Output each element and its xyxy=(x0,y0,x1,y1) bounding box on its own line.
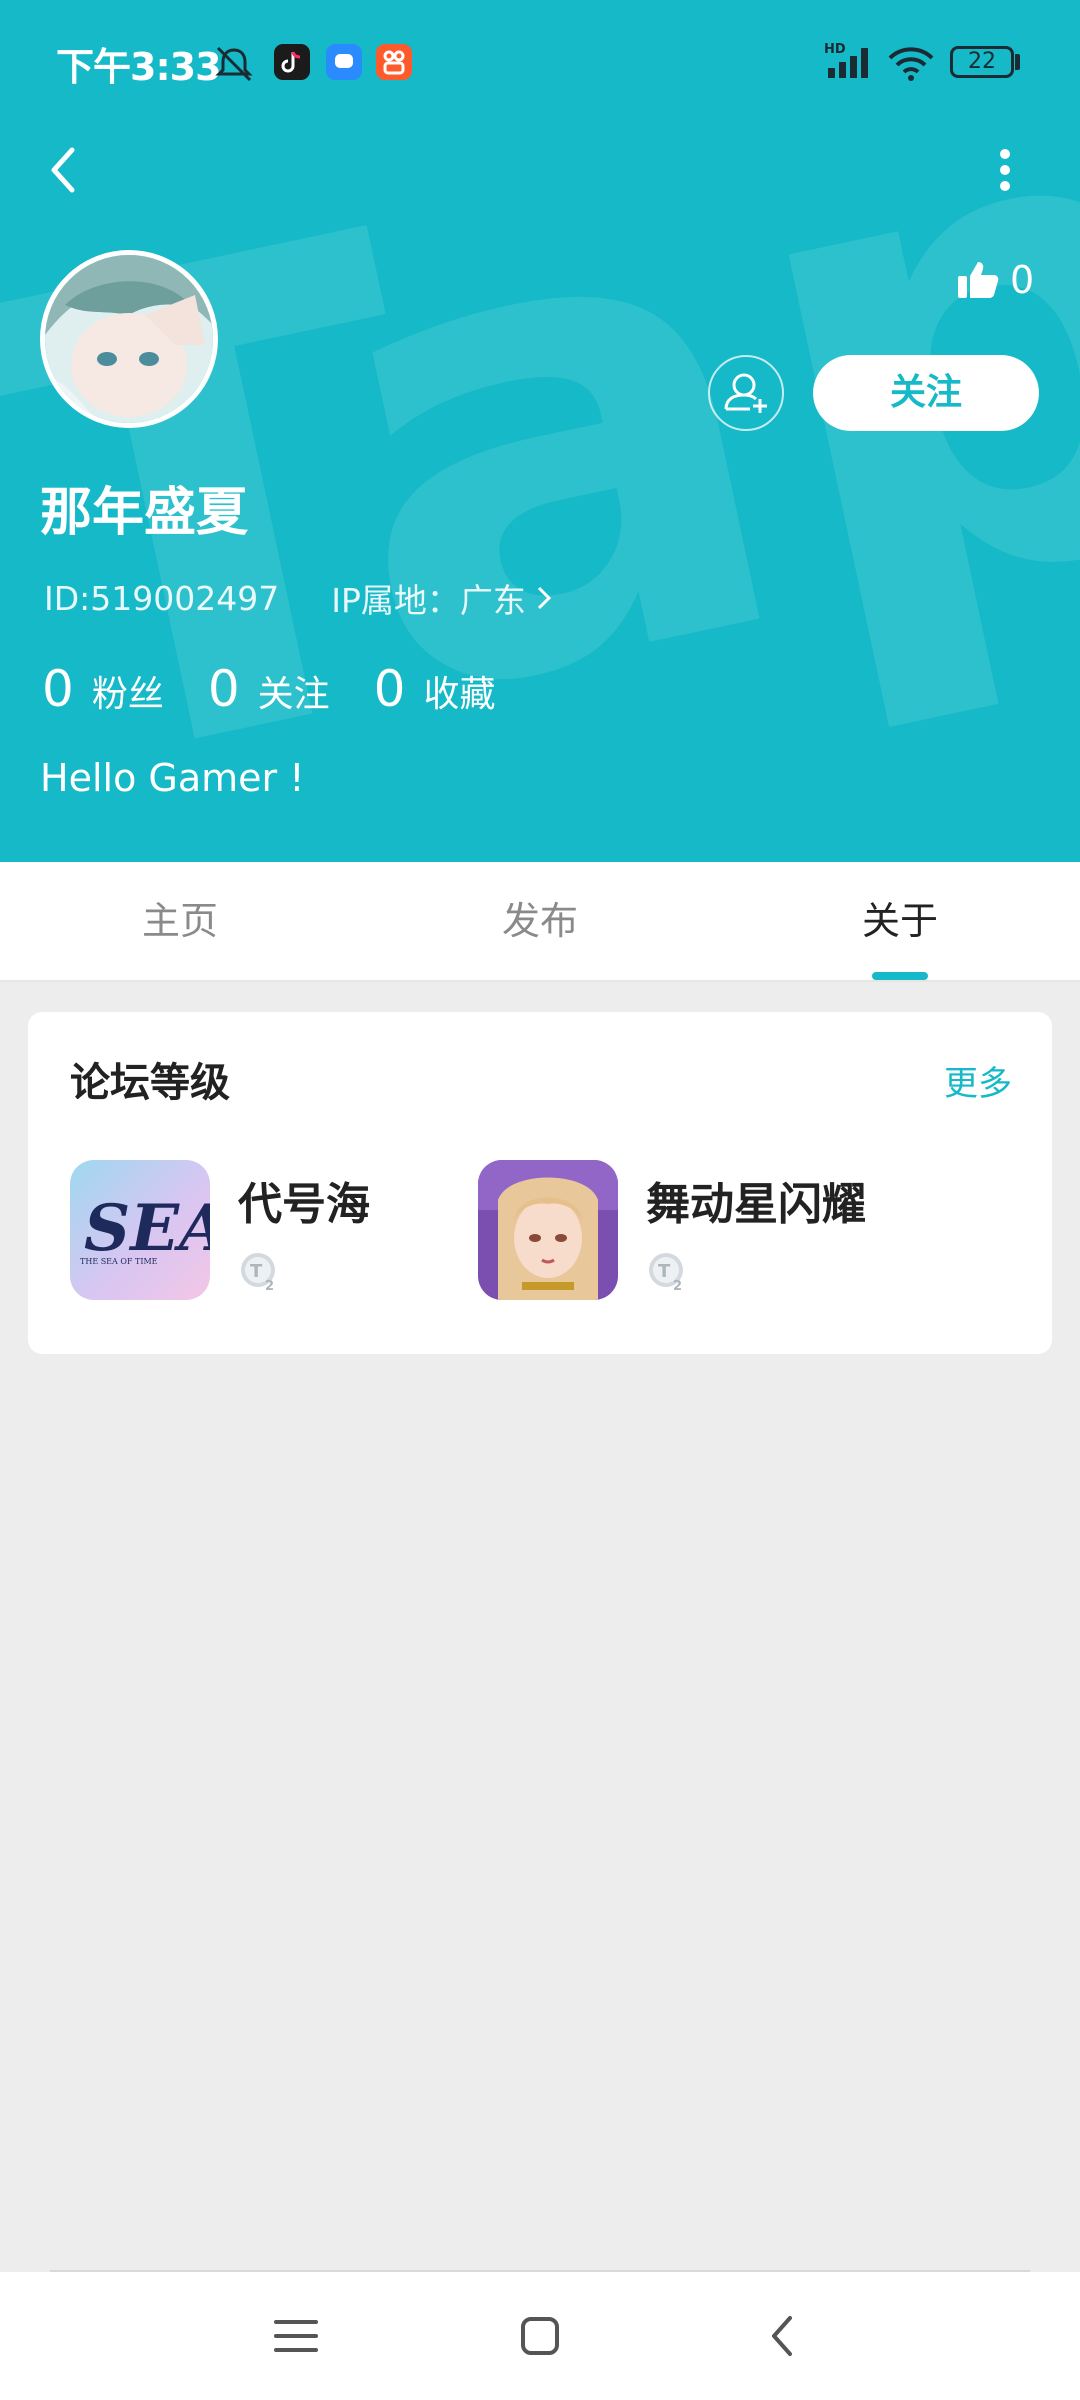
profile-header: TapTap 下午3:33 HD 22 0 关注 那年盛夏 ID:5190024… xyxy=(0,0,1080,862)
ip-location: IP属地：广东 xyxy=(331,581,526,620)
svg-text:THE SEA OF TIME: THE SEA OF TIME xyxy=(80,1257,158,1266)
svg-text:T: T xyxy=(250,1261,263,1282)
stat-followers[interactable]: 0 粉丝 xyxy=(42,660,164,718)
stat-label: 收藏 xyxy=(423,674,496,715)
profile-tabs: 主页 发布 关于 xyxy=(0,862,1080,982)
home-icon[interactable] xyxy=(510,2306,570,2366)
game-icon-sea: SEA THE SEA OF TIME xyxy=(70,1160,210,1300)
more-link[interactable]: 更多 xyxy=(944,1056,1012,1105)
kuaishou-app-icon xyxy=(376,44,412,80)
system-nav-bar xyxy=(0,2272,1080,2400)
game-item[interactable]: SEA THE SEA OF TIME 代号海 T 2 xyxy=(70,1160,450,1300)
avatar[interactable] xyxy=(40,250,218,428)
game-item[interactable]: 舞动星闪耀 T 2 xyxy=(478,1160,998,1300)
like-counter[interactable]: 0 xyxy=(956,250,1034,310)
message-app-icon xyxy=(326,44,362,80)
user-id: ID:519002497 xyxy=(44,578,280,618)
card-title: 论坛等级 xyxy=(70,1060,230,1106)
battery-level: 22 xyxy=(968,49,996,74)
mute-icon xyxy=(215,46,253,82)
stat-value: 0 xyxy=(207,660,240,718)
svg-text:T: T xyxy=(658,1261,671,1282)
thumbs-up-icon xyxy=(958,262,999,298)
like-count: 0 xyxy=(1010,258,1035,302)
bio: Hello Gamer ! xyxy=(40,756,305,800)
game-name: 代号海 xyxy=(238,1179,370,1230)
stat-following[interactable]: 0 关注 xyxy=(208,660,330,718)
game-name: 舞动星闪耀 xyxy=(646,1179,866,1230)
battery-tip xyxy=(1015,54,1020,70)
more-vertical-icon[interactable] xyxy=(990,140,1020,200)
stat-value: 0 xyxy=(373,660,406,718)
watermark-logo: TapTap xyxy=(0,0,1080,862)
username: 那年盛夏 xyxy=(40,483,249,543)
level-badge-icon: T 2 xyxy=(241,1253,275,1294)
stat-label: 关注 xyxy=(257,674,330,715)
tab-active-indicator xyxy=(872,972,928,980)
nav-back-icon[interactable] xyxy=(754,2306,814,2366)
status-bar: 下午3:33 HD 22 xyxy=(0,0,1080,120)
follow-button[interactable]: 关注 xyxy=(813,355,1039,431)
back-icon[interactable] xyxy=(40,140,90,200)
add-friend-icon xyxy=(724,373,767,413)
tab-about[interactable]: 关于 xyxy=(800,862,1000,980)
level-badge-icon: T 2 xyxy=(649,1253,683,1294)
stat-label: 粉丝 xyxy=(91,674,164,715)
menu-icon[interactable] xyxy=(266,2306,326,2366)
stat-value: 0 xyxy=(42,660,74,718)
svg-text:TapTap: TapTap xyxy=(0,0,1080,862)
battery-indicator: 22 xyxy=(950,46,1014,78)
svg-text:2: 2 xyxy=(265,1279,274,1294)
ip-location-link[interactable]: IP属地：广东 xyxy=(331,574,552,622)
tab-home[interactable]: 主页 xyxy=(80,862,280,980)
id-row: ID:519002497 IP属地：广东 xyxy=(44,574,552,622)
game-icon-dance-star xyxy=(478,1160,618,1300)
add-friend-button[interactable] xyxy=(708,355,784,431)
svg-text:SEA: SEA xyxy=(84,1191,210,1266)
svg-text:2: 2 xyxy=(673,1279,682,1294)
stat-favorites[interactable]: 0 收藏 xyxy=(374,660,496,718)
signal-icon xyxy=(828,48,868,78)
stats-row: 0 粉丝 0 关注 0 收藏 xyxy=(42,660,539,718)
tiktok-app-icon xyxy=(274,44,310,80)
tab-posts[interactable]: 发布 xyxy=(440,862,640,980)
chevron-right-icon xyxy=(537,586,551,610)
forum-level-card: 论坛等级 更多 SEA THE SEA OF TIME 代号海 T xyxy=(28,1012,1052,1354)
wifi-icon xyxy=(888,47,934,81)
status-time: 下午3:33 xyxy=(56,45,222,89)
